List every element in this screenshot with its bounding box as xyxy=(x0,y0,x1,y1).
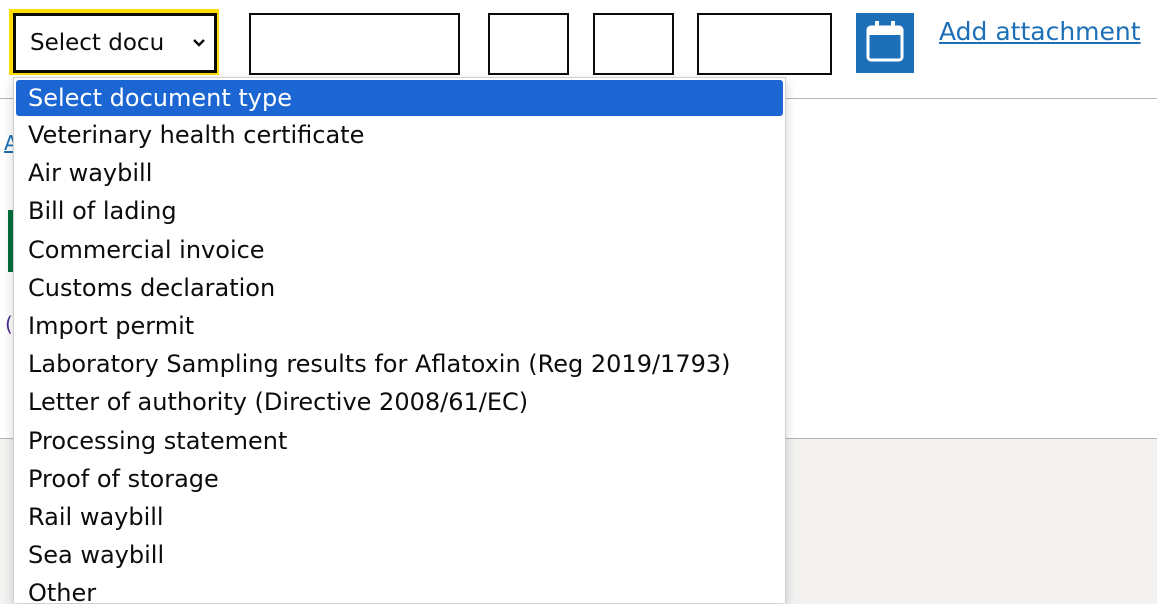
dropdown-option[interactable]: Laboratory Sampling results for Aflatoxi… xyxy=(14,345,785,383)
dropdown-option[interactable]: Processing statement xyxy=(14,422,785,460)
dropdown-option[interactable]: Commercial invoice xyxy=(14,231,785,269)
document-type-select[interactable]: Select docu xyxy=(13,13,217,73)
document-type-select-value: Select docu xyxy=(30,30,165,56)
date-month-input[interactable] xyxy=(593,13,674,75)
dropdown-option[interactable]: Sea waybill xyxy=(14,536,785,574)
dropdown-option[interactable]: Veterinary health certificate xyxy=(14,116,785,154)
document-reference-input[interactable] xyxy=(249,13,460,75)
dropdown-option[interactable]: Air waybill xyxy=(14,154,785,192)
document-type-dropdown-list: Select document type Veterinary health ce… xyxy=(13,77,786,603)
dropdown-option[interactable]: Proof of storage xyxy=(14,460,785,498)
dropdown-option[interactable]: Rail waybill xyxy=(14,498,785,536)
dropdown-option[interactable]: Import permit xyxy=(14,307,785,345)
date-day-input[interactable] xyxy=(488,13,569,75)
calendar-icon xyxy=(866,20,904,66)
document-type-select-focus-ring: Select docu xyxy=(9,9,219,75)
dropdown-option[interactable]: Letter of authority (Directive 2008/61/E… xyxy=(14,383,785,421)
dropdown-option[interactable]: Select document type xyxy=(16,80,783,116)
dropdown-option[interactable]: Other xyxy=(14,574,785,603)
calendar-button[interactable] xyxy=(856,13,914,73)
chevron-down-icon xyxy=(190,34,208,52)
add-attachment-link[interactable]: Add attachment xyxy=(939,17,1141,46)
dropdown-option[interactable]: Bill of lading xyxy=(14,192,785,230)
date-year-input[interactable] xyxy=(697,13,832,75)
dropdown-option[interactable]: Customs declaration xyxy=(14,269,785,307)
